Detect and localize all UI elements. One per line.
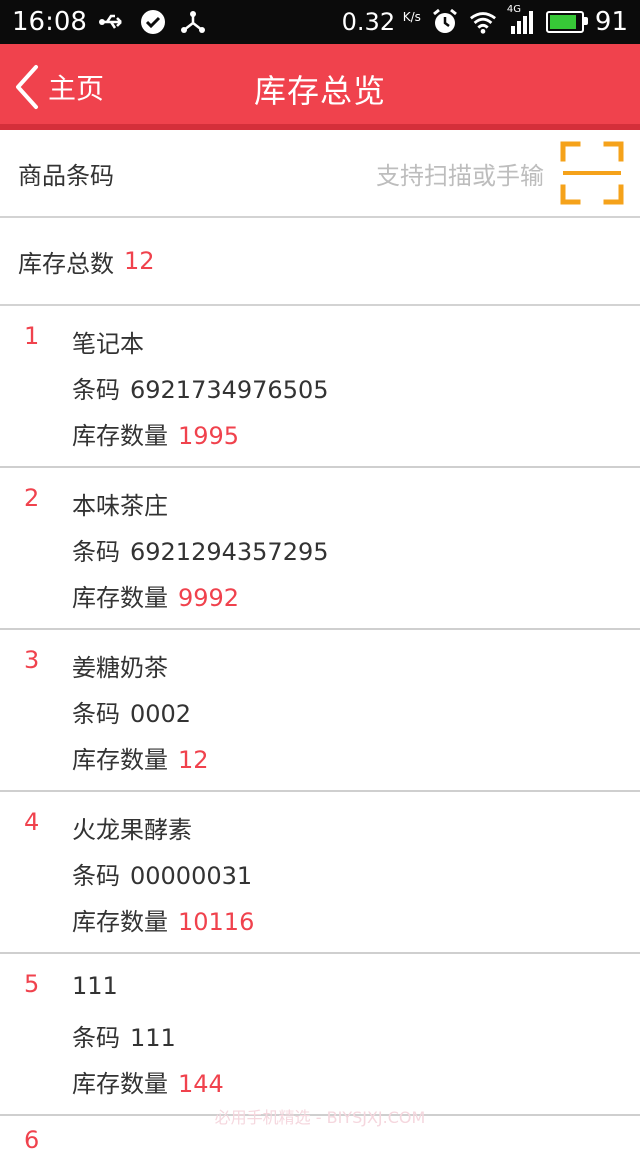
signal-icon: 4G <box>507 4 535 36</box>
list-item[interactable]: 1 笔记本 条码 6921734976505 库存数量 1995 <box>0 306 640 468</box>
item-barcode: 条码 111 <box>72 1024 176 1052</box>
list-item[interactable]: 3 姜糖奶茶 条码 0002 库存数量 12 <box>0 630 640 792</box>
item-stock: 库存数量 144 <box>72 1070 224 1098</box>
item-name: 笔记本 <box>72 330 144 358</box>
net-speed: 0.32 K/s <box>341 8 421 36</box>
usb-icon <box>98 8 127 36</box>
list-item[interactable]: 4 火龙果酵素 条码 00000031 库存数量 10116 <box>0 792 640 954</box>
item-stock: 库存数量 12 <box>72 746 209 774</box>
item-index: 2 <box>24 484 40 512</box>
stock-total-label: 库存总数 <box>18 249 114 278</box>
app-header: 主页 库存总览 <box>0 44 640 130</box>
item-index: 3 <box>24 646 40 674</box>
barcode-input-label: 商品条码 <box>18 161 114 190</box>
item-name: 火龙果酵素 <box>72 816 192 844</box>
check-circle-icon <box>139 8 167 36</box>
watermark: 必用手机精选 - BIYSJXJ.COM <box>214 1108 426 1127</box>
barcode-input-row: 商品条码 支持扫描或手输 <box>0 130 640 218</box>
item-name: 本味茶庄 <box>72 492 168 520</box>
stock-total-row: 库存总数 12 <box>0 218 640 306</box>
item-index: 1 <box>24 322 40 350</box>
item-stock: 库存数量 1995 <box>72 422 240 450</box>
item-index: 6 <box>24 1126 40 1154</box>
list-item[interactable]: 5 111 条码 111 库存数量 144 <box>0 954 640 1116</box>
stock-list: 1 笔记本 条码 6921734976505 库存数量 1995 2 本味茶庄 条码… <box>0 306 640 1116</box>
battery-level: 91 <box>594 7 628 37</box>
battery-icon <box>545 8 588 36</box>
scan-icon[interactable] <box>560 141 624 205</box>
alarm-icon <box>431 8 459 36</box>
stock-total-value: 12 <box>124 247 155 275</box>
item-barcode: 条码 6921734976505 <box>72 376 329 404</box>
item-barcode: 条码 00000031 <box>72 862 253 890</box>
item-stock: 库存数量 10116 <box>72 908 255 936</box>
item-index: 4 <box>24 808 40 836</box>
item-stock: 库存数量 9992 <box>72 584 240 612</box>
wifi-icon <box>469 8 497 36</box>
item-index: 5 <box>24 970 40 998</box>
item-barcode: 条码 6921294357295 <box>72 538 329 566</box>
item-name: 111 <box>72 972 118 1000</box>
item-barcode: 条码 0002 <box>72 700 192 728</box>
network-type: 4G <box>506 4 522 15</box>
barcode-input[interactable]: 支持扫描或手输 <box>376 156 544 191</box>
status-time: 16:08 <box>12 7 87 37</box>
share-icon <box>179 8 207 36</box>
list-item[interactable]: 2 本味茶庄 条码 6921294357295 库存数量 9992 <box>0 468 640 630</box>
status-bar: 16:08 0.32 K/s 4G 91 <box>0 0 640 44</box>
page-title: 库存总览 <box>253 72 386 110</box>
item-name: 姜糖奶茶 <box>72 654 168 682</box>
